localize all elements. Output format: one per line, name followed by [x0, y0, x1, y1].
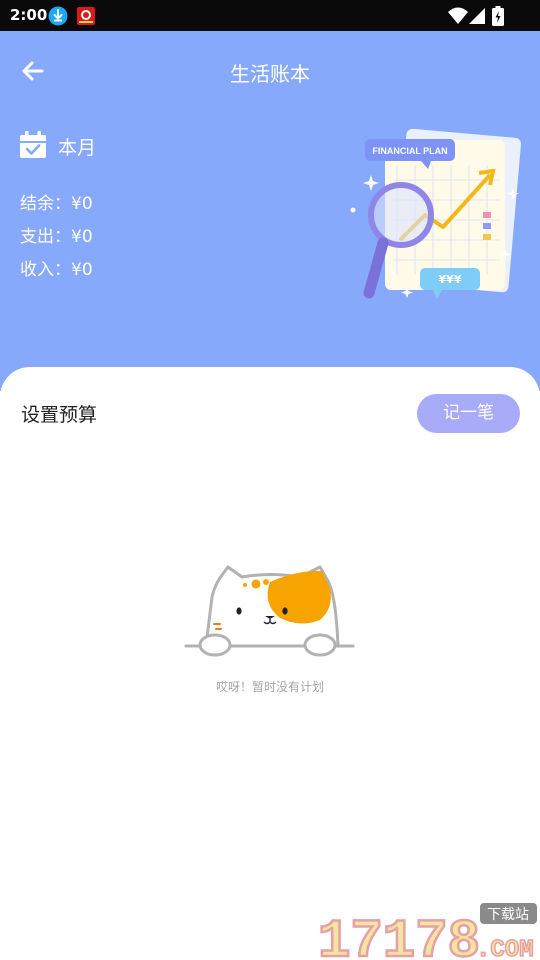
watermark-badge: 下载站	[487, 907, 529, 923]
page-title: 生活账本	[230, 62, 310, 86]
status-bar: 2:00	[0, 0, 540, 31]
month-label: 本月	[58, 137, 97, 159]
battery-icon	[492, 6, 504, 26]
signal-icon	[469, 8, 485, 24]
expense-stat: 支出：¥0	[20, 227, 93, 247]
watermark-suffix: .COM	[476, 937, 534, 960]
download-icon	[48, 6, 68, 26]
watermark-logo: 下载站 17178 .COM	[317, 903, 537, 960]
budget-title: 设置预算	[21, 404, 98, 426]
calendar-check-icon	[20, 131, 46, 158]
status-time: 2:00	[10, 6, 48, 24]
record-button[interactable]: 记一笔	[417, 394, 520, 433]
empty-cat-illustration	[184, 565, 355, 657]
income-stat: 收入：¥0	[20, 260, 93, 280]
wifi-icon	[448, 7, 468, 24]
currency-label: ¥¥¥	[439, 273, 462, 286]
balance-stat: 结余：¥0	[20, 194, 93, 214]
app-notification-icon	[77, 7, 95, 25]
budget-card	[0, 367, 540, 960]
financial-plan-illustration: FINANCIAL PLAN ¥¥¥	[350, 128, 521, 299]
empty-state-text: 哎呀！暂时没有计划	[215, 680, 324, 694]
watermark-text: 17178	[318, 912, 480, 960]
financial-plan-label: FINANCIAL PLAN	[372, 146, 447, 156]
